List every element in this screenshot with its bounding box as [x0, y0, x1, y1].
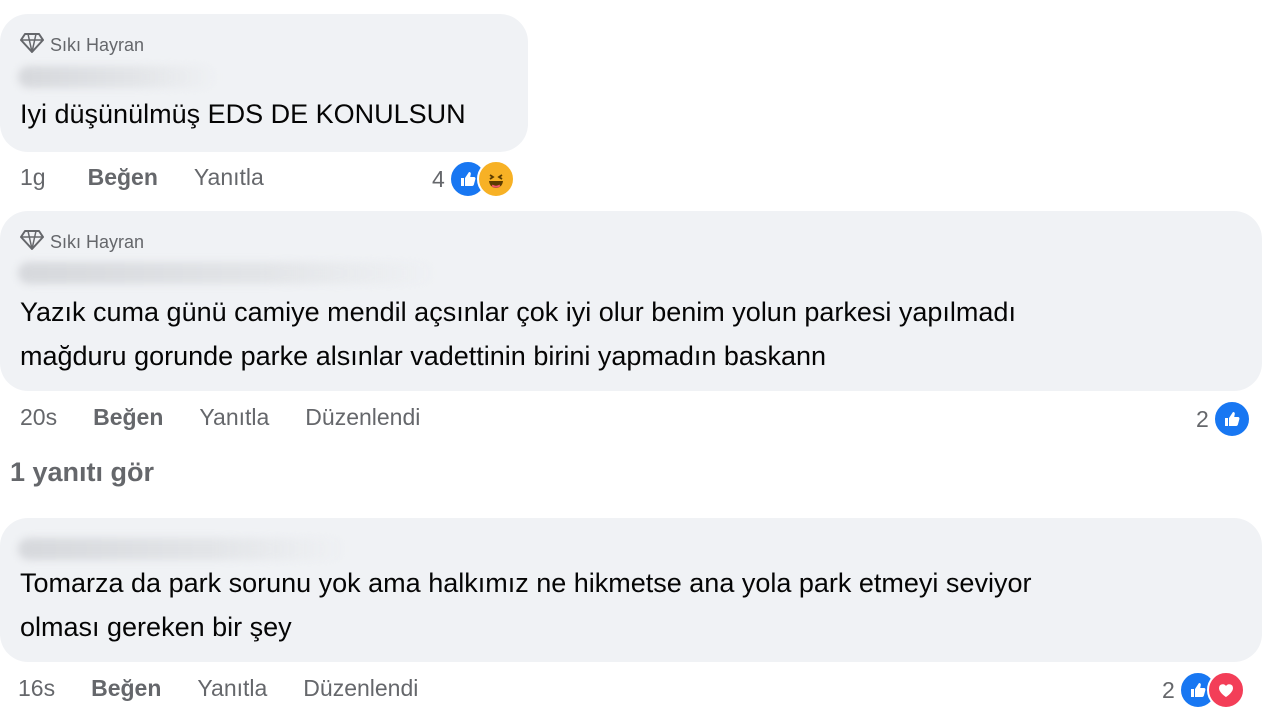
author-name-redacted[interactable] [18, 262, 438, 284]
diamond-icon [20, 229, 44, 256]
like-button[interactable]: Beğen [93, 404, 163, 431]
comment-actions: 20s Beğen Yanıtla Düzenlendi [20, 404, 456, 431]
comment-time[interactable]: 20s [20, 404, 57, 431]
comment-text-line: mağduru gorunde parke alsınlar vadettini… [20, 341, 826, 371]
reactions-summary[interactable]: 2 [1196, 400, 1251, 438]
edited-label[interactable]: Düzenlendi [303, 675, 418, 702]
reaction-count: 2 [1196, 405, 1209, 432]
reaction-count: 2 [1162, 676, 1175, 703]
reactions-summary[interactable]: 4 [432, 160, 515, 198]
comment-actions: 1g Beğen Yanıtla [20, 164, 300, 191]
diamond-icon [20, 32, 44, 59]
comment-text-line: olması gereken bir şey [20, 612, 292, 642]
comment-text-line: Tomarza da park sorunu yok ama halkımız … [20, 568, 1032, 598]
comment-text-line: Yazık cuma günü camiye mendil açsınlar ç… [20, 297, 1016, 327]
reply-button[interactable]: Yanıtla [194, 164, 264, 191]
badge-label: Sıkı Hayran [50, 232, 145, 252]
author-name-redacted[interactable] [18, 538, 348, 560]
fan-badge[interactable]: Sıkı Hayran [20, 229, 144, 256]
reaction-count: 4 [432, 165, 445, 192]
haha-icon [476, 160, 515, 198]
view-replies-link[interactable]: 1 yanıtı gör [10, 457, 154, 488]
comment-time[interactable]: 1g [20, 164, 46, 191]
edited-label[interactable]: Düzenlendi [305, 404, 420, 431]
reply-button[interactable]: Yanıtla [197, 675, 267, 702]
fan-badge[interactable]: Sıkı Hayran [20, 32, 144, 59]
like-icon [1212, 400, 1251, 438]
like-button[interactable]: Beğen [88, 164, 158, 191]
love-icon [1206, 671, 1245, 709]
comment-text: Iyi düşünülmüş EDS DE KONULSUN [20, 99, 466, 129]
reply-button[interactable]: Yanıtla [199, 404, 269, 431]
reactions-summary[interactable]: 2 [1162, 671, 1245, 709]
comment-actions: 16s Beğen Yanıtla Düzenlendi [18, 675, 454, 702]
comment-time[interactable]: 16s [18, 675, 55, 702]
like-button[interactable]: Beğen [91, 675, 161, 702]
author-name-redacted[interactable] [18, 66, 218, 88]
badge-label: Sıkı Hayran [50, 35, 145, 55]
